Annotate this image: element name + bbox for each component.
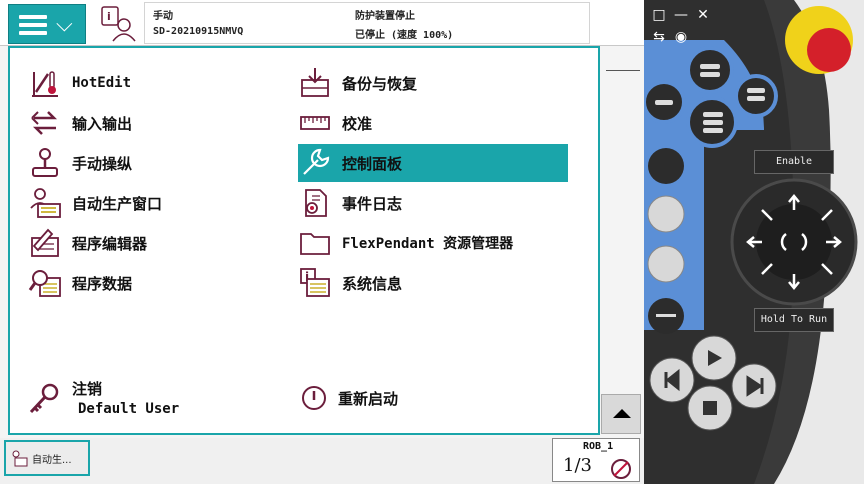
main-menu-panel: HotEdit 输入输出 手动操纵 自动生产窗口 程序编辑器 程序数据 备份与恢… (8, 46, 600, 435)
restart-button[interactable]: 重新启动 (300, 384, 398, 412)
status-state: 防护装置停止 (355, 11, 415, 22)
logout-button[interactable]: 注销 Default User (26, 378, 179, 417)
menu-item-io[interactable]: 输入输出 (28, 104, 288, 142)
top-bar: ⌵ i 手动 SD-20210915NMVQ 防护装置停止 已停止 (速度 10… (0, 0, 729, 46)
menu-item-backup-restore[interactable]: 备份与恢复 (298, 64, 568, 102)
logout-text: 注销 Default User (72, 378, 179, 417)
logout-label: 注销 (72, 380, 103, 398)
svg-text:i: i (107, 10, 111, 23)
menu-item-production-window[interactable]: 自动生产窗口 (28, 184, 288, 222)
io-arrows-icon (31, 111, 58, 135)
status-speed: 已停止 (速度 100%) (355, 30, 454, 41)
menu-item-label: 校准 (342, 114, 373, 133)
hold-to-run-button[interactable]: Hold To Run (754, 308, 834, 332)
abb-menu-button[interactable]: ⌵ (8, 4, 86, 44)
swap-icon[interactable]: ⇆ (650, 28, 668, 46)
close-icon[interactable]: ✕ (694, 6, 712, 24)
program-data-icon (28, 270, 61, 297)
hamburger-icon (19, 15, 47, 35)
joystick[interactable] (732, 180, 856, 304)
menu-item-jogging[interactable]: 手动操纵 (28, 144, 288, 182)
divider (606, 70, 640, 71)
wrench-icon (303, 148, 330, 175)
status-mode: 手动 (153, 11, 173, 22)
menu-item-control-panel[interactable]: 控制面板 (298, 144, 568, 182)
hotedit-icon (32, 71, 58, 97)
folder-icon (300, 233, 330, 255)
auto-production-icon (12, 450, 28, 467)
menu-item-program-data[interactable]: 程序数据 (28, 264, 288, 302)
menu-item-calibration[interactable]: 校准 (298, 104, 568, 142)
menu-item-hotedit[interactable]: HotEdit (28, 64, 288, 102)
status-panel[interactable]: 手动 SD-20210915NMVQ 防护装置停止 已停止 (速度 100%) (144, 2, 729, 44)
task-auto-production[interactable]: 自动生... (4, 440, 90, 476)
menu-item-label: 输入输出 (72, 114, 133, 133)
menu-item-label: 手动操纵 (72, 154, 133, 173)
current-user: Default User (78, 401, 180, 417)
menu-item-label: 自动生产窗口 (72, 194, 163, 213)
menu-item-label: 程序数据 (72, 274, 133, 293)
scroll-up-button[interactable] (601, 394, 641, 434)
menu-item-explorer[interactable]: FlexPendant 资源管理器 (298, 224, 568, 262)
robot-name: ROB_1 (583, 441, 614, 452)
minimize-icon[interactable]: — (672, 6, 690, 24)
menu-item-system-info[interactable]: i 系统信息 (298, 264, 568, 302)
right-gutter (598, 46, 644, 438)
menu-item-label: 程序编辑器 (72, 234, 148, 253)
status-system-name: SD-20210915NMVQ (153, 26, 244, 37)
menu-item-label: 控制面板 (342, 154, 403, 173)
camera-icon[interactable]: ◉ (672, 28, 690, 46)
menu-item-label: 事件日志 (342, 194, 403, 213)
auto-production-icon (30, 188, 61, 218)
run-controls[interactable] (648, 336, 778, 432)
operator-status-icon[interactable]: i (99, 5, 137, 43)
flexpendant-screen: ⌵ i 手动 SD-20210915NMVQ 防护装置停止 已停止 (速度 10… (0, 0, 729, 484)
menu-item-label: 备份与恢复 (342, 74, 418, 93)
emergency-stop-button[interactable] (785, 10, 853, 78)
speed-no-icon (611, 459, 631, 479)
restart-label: 重新启动 (338, 389, 399, 408)
event-log-icon (305, 189, 327, 217)
backup-restore-icon (301, 68, 329, 97)
menu-item-label: HotEdit (72, 75, 132, 91)
menu-item-program-editor[interactable]: 程序编辑器 (28, 224, 288, 262)
menu-item-label: FlexPendant 资源管理器 (342, 236, 514, 252)
system-info-icon: i (300, 268, 330, 297)
menu-item-event-log[interactable]: 事件日志 (298, 184, 568, 222)
virtual-flexpendant-device: □ — ✕ ⇆ ◉ Enable Hold To Run (644, 0, 864, 484)
program-editor-icon (31, 228, 59, 257)
robot-unit-indicator[interactable]: ROB_1 1/3 (552, 438, 640, 482)
chevron-down-icon: ⌵ (56, 12, 73, 37)
power-icon (302, 386, 326, 410)
calibration-ruler-icon (300, 116, 330, 130)
joystick-icon (32, 148, 58, 177)
menu-item-label: 系统信息 (342, 274, 403, 293)
increment-fraction: 1/3 (563, 455, 592, 476)
key-icon (29, 383, 59, 414)
task-label: 自动生... (32, 454, 72, 466)
taskbar: 自动生... ROB_1 1/3 (0, 438, 644, 484)
restore-window-icon[interactable]: □ (650, 6, 668, 24)
